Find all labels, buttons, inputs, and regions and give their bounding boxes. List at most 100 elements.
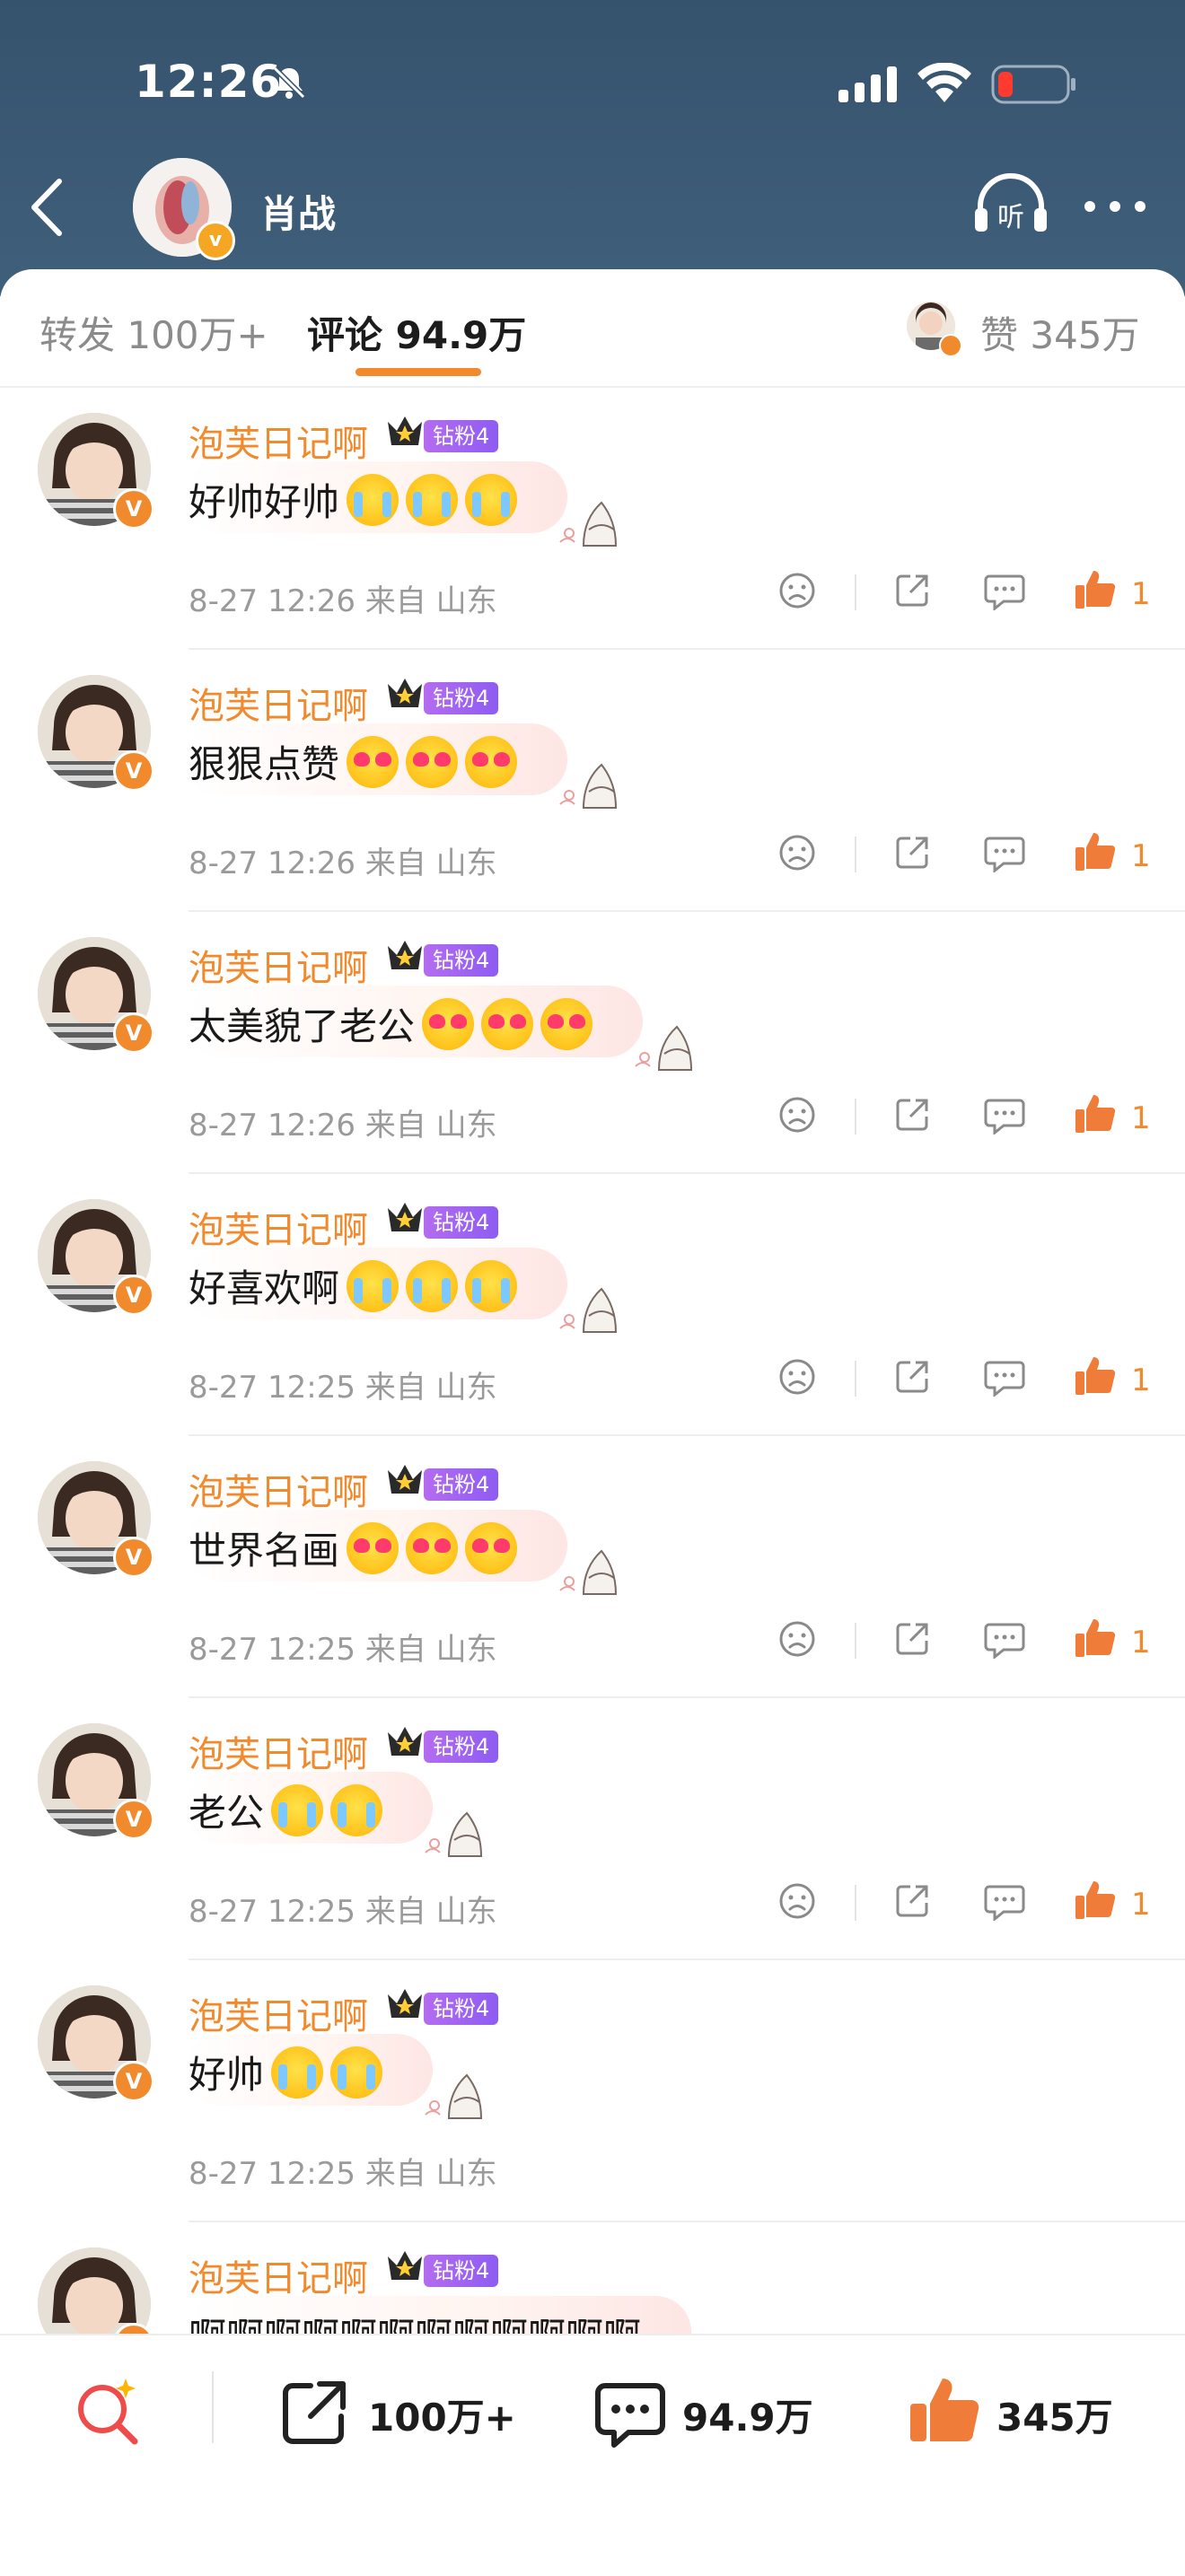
comment-username[interactable]: 泡芙日记啊	[189, 1987, 368, 2039]
sticker-icon	[422, 1804, 485, 1860]
comment-list: V 泡芙日记啊 钻粉4 好帅好帅 8-27 12:26 来自 山东 1 V 泡芙日记啊 钻粉4 狠…	[0, 388, 1185, 2484]
thumbs-up-icon[interactable]	[1074, 1616, 1117, 1662]
comment-text: 好帅好帅	[189, 480, 340, 524]
sticker-icon	[422, 2066, 485, 2122]
dislike-icon[interactable]	[777, 833, 817, 876]
comment-username[interactable]: 泡芙日记啊	[189, 1725, 368, 1777]
comment-item[interactable]: V 泡芙日记啊 钻粉4 世界名画 8-27 12:25 来自 山东 1	[0, 1436, 1185, 1698]
share-icon[interactable]	[892, 1357, 932, 1400]
cry-emoji-icon	[465, 473, 518, 526]
verified-badge: V	[113, 750, 154, 792]
comment-username[interactable]: 泡芙日记啊	[189, 939, 368, 991]
thumbs-up-icon[interactable]	[1074, 829, 1117, 876]
sticker-icon	[557, 1542, 619, 1598]
thumbs-up-icon[interactable]	[1074, 1354, 1117, 1400]
comment-meta: 8-27 12:25 来自 山东	[189, 1370, 497, 1406]
comment-like-count: 1	[1131, 1100, 1151, 1136]
fan-level-badge[interactable]: 钻粉4	[424, 944, 499, 977]
reply-icon[interactable]	[984, 1883, 1025, 1924]
dislike-icon[interactable]	[777, 1095, 817, 1138]
fan-level-badge[interactable]: 钻粉4	[424, 1206, 499, 1239]
heart-emoji-icon	[347, 1521, 399, 1574]
sticker-icon	[632, 1018, 695, 1073]
listen-icon[interactable]: 听	[971, 172, 1050, 235]
comment-icon[interactable]	[594, 2380, 666, 2449]
share-icon[interactable]	[892, 1881, 932, 1924]
share-icon[interactable]	[892, 571, 932, 614]
dislike-icon[interactable]	[777, 1357, 817, 1400]
comment-like-count: 1	[1131, 1887, 1151, 1923]
thumbs-up-icon[interactable]	[1074, 1091, 1117, 1138]
verified-badge: V	[113, 1012, 154, 1054]
back-icon[interactable]	[27, 176, 66, 239]
comment-username[interactable]: 泡芙日记啊	[189, 415, 368, 467]
comment-username[interactable]: 泡芙日记啊	[189, 677, 368, 729]
reply-icon[interactable]	[984, 1359, 1025, 1400]
like-count[interactable]: 345万	[996, 2388, 1113, 2442]
tab-bar: 转发 100万+ 评论 94.9万 赞 345万	[0, 269, 1185, 388]
heart-emoji-icon	[481, 997, 534, 1050]
comment-meta: 8-27 12:25 来自 山东	[189, 2156, 497, 2192]
share-icon[interactable]	[892, 833, 932, 876]
comment-text: 狠狠点赞	[189, 742, 340, 786]
reply-icon[interactable]	[984, 573, 1025, 614]
signal-icon	[838, 66, 897, 102]
search-icon[interactable]	[72, 2375, 144, 2447]
dislike-icon[interactable]	[777, 1619, 817, 1662]
fan-level-badge[interactable]: 钻粉4	[424, 1468, 499, 1501]
fan-level-badge[interactable]: 钻粉4	[424, 1730, 499, 1763]
comment-content: 好帅好帅	[189, 472, 518, 527]
repost-count[interactable]: 100万+	[368, 2388, 516, 2442]
repost-icon[interactable]	[280, 2379, 348, 2447]
action-divider	[855, 1885, 856, 1921]
comment-username[interactable]: 泡芙日记啊	[189, 2249, 368, 2301]
reply-icon[interactable]	[984, 1621, 1025, 1662]
more-icon[interactable]	[1083, 199, 1147, 214]
status-time: 12:26	[135, 56, 283, 108]
reply-icon[interactable]	[984, 1097, 1025, 1138]
comment-item[interactable]: V 泡芙日记啊 钻粉4 好帅好帅 8-27 12:26 来自 山东 1	[0, 388, 1185, 650]
comment-item[interactable]: V 泡芙日记啊 钻粉4 好喜欢啊 8-27 12:25 来自 山东 1	[0, 1174, 1185, 1436]
comment-item[interactable]: V 泡芙日记啊 钻粉4 好帅 8-27 12:25 来自 山东	[0, 1960, 1185, 2222]
comment-content: 老公	[189, 1783, 383, 1837]
share-icon[interactable]	[892, 1619, 932, 1662]
verified-badge: V	[113, 2061, 154, 2102]
fan-level-badge[interactable]: 钻粉4	[424, 682, 499, 714]
like-icon[interactable]	[907, 2371, 982, 2447]
fan-level-badge[interactable]: 钻粉4	[424, 420, 499, 452]
comment-like-count: 1	[1131, 1362, 1151, 1398]
comment-content: 世界名画	[189, 1520, 518, 1575]
thumbs-up-icon[interactable]	[1074, 1878, 1117, 1924]
liker-verified-badge	[939, 334, 962, 357]
profile-name[interactable]: 肖战	[260, 184, 336, 239]
tab-likes[interactable]: 赞 345万	[980, 305, 1140, 360]
comment-content: 太美貌了老公	[189, 996, 593, 1051]
tab-comments[interactable]: 评论 94.9万	[307, 305, 526, 360]
fan-level-badge[interactable]: 钻粉4	[424, 2255, 499, 2287]
reply-icon[interactable]	[984, 835, 1025, 876]
heart-emoji-icon	[465, 1521, 518, 1574]
fan-level-badge[interactable]: 钻粉4	[424, 1993, 499, 2025]
thumbs-up-icon[interactable]	[1074, 567, 1117, 614]
comment-meta: 8-27 12:25 来自 山东	[189, 1632, 497, 1668]
comment-count[interactable]: 94.9万	[682, 2388, 813, 2442]
share-icon[interactable]	[892, 1095, 932, 1138]
dislike-icon[interactable]	[777, 571, 817, 614]
sticker-icon	[557, 494, 619, 549]
crown-icon	[384, 1199, 426, 1239]
verified-badge: V	[113, 1275, 154, 1316]
battery-icon	[991, 65, 1075, 104]
comment-item[interactable]: V 泡芙日记啊 钻粉4 狠狠点赞 8-27 12:26 来自 山东 1	[0, 650, 1185, 912]
dislike-icon[interactable]	[777, 1881, 817, 1924]
tab-repost[interactable]: 转发 100万+	[40, 305, 268, 360]
comment-username[interactable]: 泡芙日记啊	[189, 1201, 368, 1253]
comment-username[interactable]: 泡芙日记啊	[189, 1463, 368, 1515]
comment-item[interactable]: V 泡芙日记啊 钻粉4 太美貌了老公 8-27 12:26 来自 山东 1	[0, 912, 1185, 1174]
comment-item[interactable]: V 泡芙日记啊 钻粉4 老公 8-27 12:25 来自 山东 1	[0, 1698, 1185, 1960]
cry-emoji-icon	[465, 1259, 518, 1312]
comment-text: 老公	[189, 1791, 265, 1835]
heart-emoji-icon	[406, 735, 459, 788]
cry-emoji-icon	[271, 1783, 324, 1836]
cry-emoji-icon	[406, 1259, 459, 1312]
comment-like-count: 1	[1131, 1625, 1151, 1660]
